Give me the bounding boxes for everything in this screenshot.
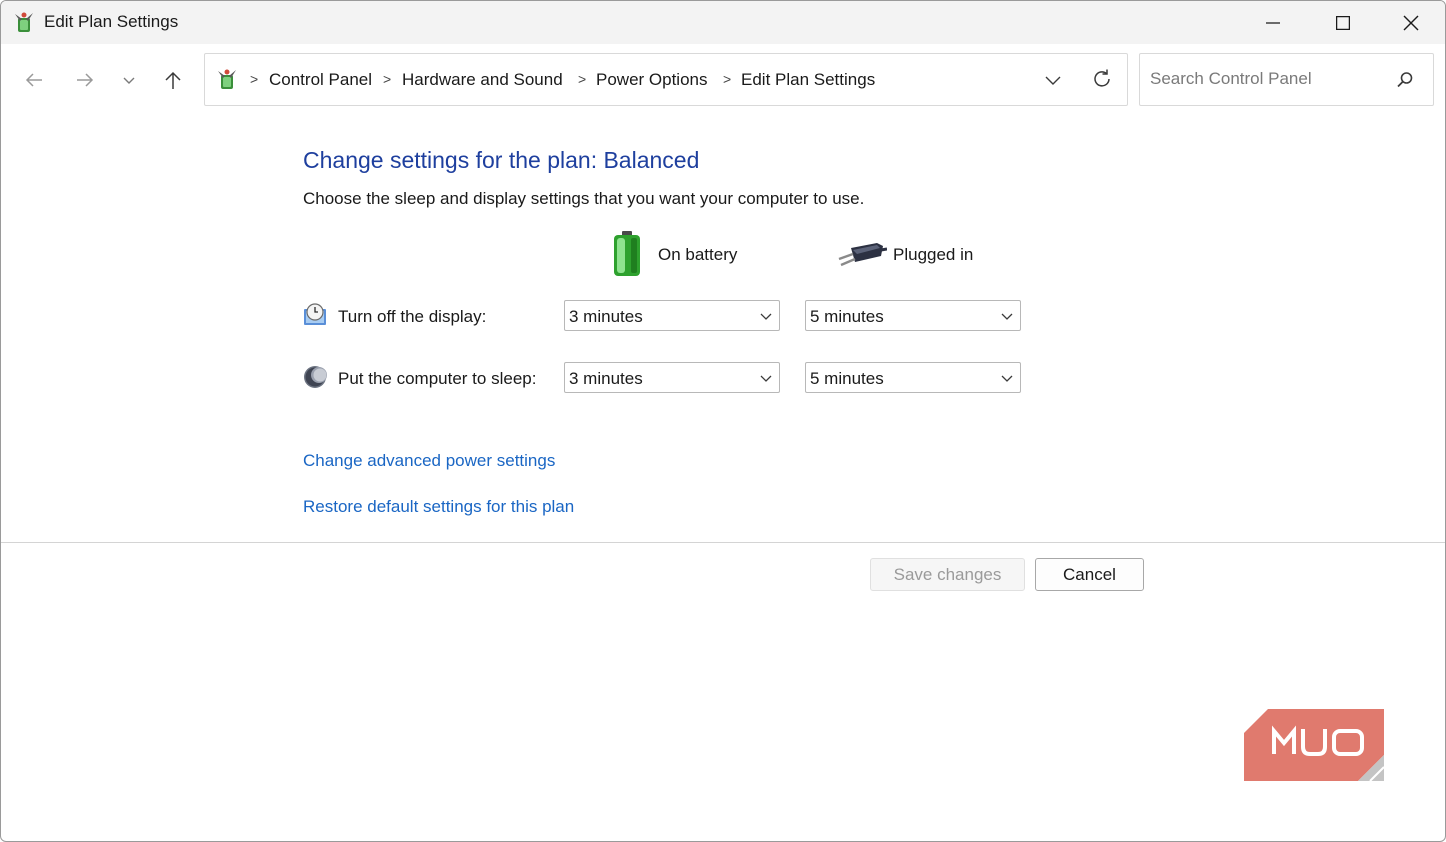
chevron-down-icon xyxy=(1001,375,1013,382)
navigation-bar: > Control Panel > Hardware and Sound > P… xyxy=(1,44,1445,116)
search-box[interactable] xyxy=(1139,53,1434,106)
footer-divider xyxy=(1,542,1445,543)
arrow-right-icon xyxy=(77,73,94,87)
page-title: Change settings for the plan: Balanced xyxy=(303,147,700,173)
cancel-button[interactable]: Cancel xyxy=(1035,558,1144,591)
address-bar[interactable]: > Control Panel > Hardware and Sound > P… xyxy=(204,53,1128,106)
refresh-icon xyxy=(1094,69,1110,87)
column-plugged-in: Plugged in xyxy=(893,245,974,264)
chevron-down-icon xyxy=(1045,76,1061,85)
maximize-icon xyxy=(1336,15,1350,30)
minimize-button[interactable] xyxy=(1239,1,1307,44)
refresh-button[interactable] xyxy=(1089,66,1115,92)
select-value: 5 minutes xyxy=(810,369,884,388)
chevron-down-icon xyxy=(760,375,772,382)
recent-locations-button[interactable] xyxy=(115,66,143,94)
muo-watermark-logo xyxy=(1244,709,1385,782)
select-value: 5 minutes xyxy=(810,307,884,326)
breadcrumb-hardware-and-sound[interactable]: Hardware and Sound xyxy=(402,70,563,90)
power-plug-icon xyxy=(838,243,887,267)
select-value: 3 minutes xyxy=(569,369,643,388)
sleep-moon-icon xyxy=(304,366,327,388)
chevron-down-icon xyxy=(123,77,135,84)
up-button[interactable] xyxy=(159,66,187,94)
display-plugged-in-select[interactable]: 5 minutes xyxy=(805,300,1021,331)
close-icon xyxy=(1403,15,1419,30)
back-button[interactable] xyxy=(20,66,48,94)
arrow-up-icon xyxy=(165,71,181,89)
breadcrumb-power-options[interactable]: Power Options xyxy=(596,70,708,90)
magnifier-icon xyxy=(1397,72,1413,88)
maximize-button[interactable] xyxy=(1309,1,1377,44)
control-panel-window: Edit Plan Settings > Control Panel > Har… xyxy=(0,0,1446,842)
advanced-power-settings-link[interactable]: Change advanced power settings xyxy=(303,451,555,471)
title-bar: Edit Plan Settings xyxy=(1,1,1445,44)
forward-button[interactable] xyxy=(71,66,99,94)
search-icon[interactable] xyxy=(1394,69,1416,91)
minimize-icon xyxy=(1266,21,1280,24)
page-description: Choose the sleep and display settings th… xyxy=(303,189,865,208)
search-input[interactable] xyxy=(1150,68,1390,90)
save-changes-button[interactable]: Save changes xyxy=(870,558,1025,591)
chevron-down-icon xyxy=(760,313,772,320)
chevron-down-icon xyxy=(1001,313,1013,320)
arrow-left-icon xyxy=(25,73,42,87)
window-title: Edit Plan Settings xyxy=(44,12,179,31)
breadcrumb-edit-plan-settings[interactable]: Edit Plan Settings xyxy=(741,70,875,90)
display-setting-label: Turn off the display: xyxy=(338,307,487,326)
display-clock-icon xyxy=(304,303,326,325)
restore-defaults-link[interactable]: Restore default settings for this plan xyxy=(303,497,574,517)
address-history-button[interactable] xyxy=(1041,68,1065,92)
breadcrumb-separator: > xyxy=(578,71,587,87)
breadcrumb-separator: > xyxy=(383,71,392,87)
select-value: 3 minutes xyxy=(569,307,643,326)
sleep-plugged-in-select[interactable]: 5 minutes xyxy=(805,362,1021,393)
control-panel-icon xyxy=(218,69,236,89)
sleep-on-battery-select[interactable]: 3 minutes xyxy=(564,362,780,393)
column-on-battery: On battery xyxy=(658,245,738,264)
breadcrumb-separator: > xyxy=(723,71,732,87)
breadcrumb-control-panel[interactable]: Control Panel xyxy=(269,70,372,90)
breadcrumb-separator: > xyxy=(250,71,259,87)
control-panel-icon xyxy=(15,12,33,32)
display-on-battery-select[interactable]: 3 minutes xyxy=(564,300,780,331)
close-button[interactable] xyxy=(1377,1,1445,44)
battery-icon xyxy=(614,231,640,276)
sleep-setting-label: Put the computer to sleep: xyxy=(338,369,537,388)
